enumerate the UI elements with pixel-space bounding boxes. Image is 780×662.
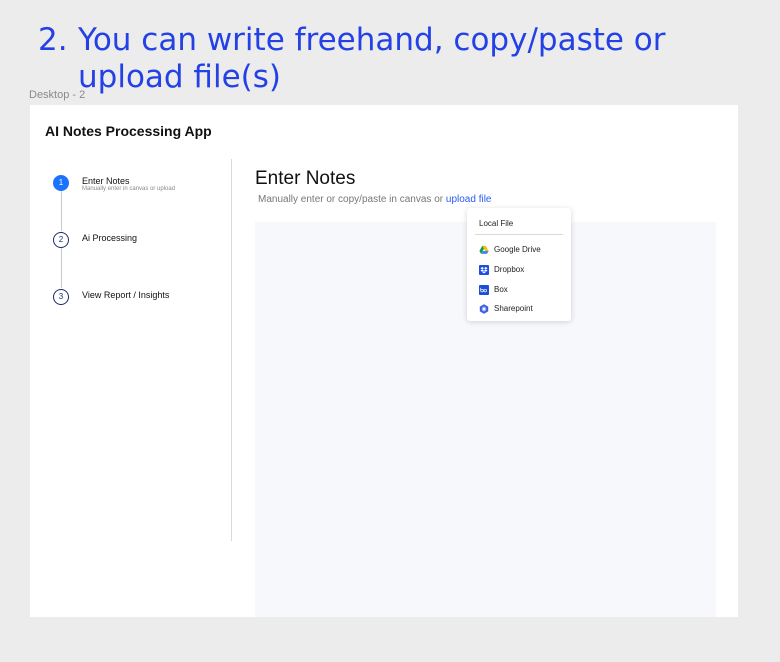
step-label: Ai Processing [82, 233, 138, 243]
menu-item-label: Dropbox [494, 265, 525, 274]
step-number-badge: 1 [53, 175, 69, 191]
google-drive-icon [479, 245, 489, 254]
subtitle-text: Manually enter or copy/paste in canvas o… [258, 194, 446, 205]
upload-source-menu: Local File Google Drive Dropbox Box Shar… [467, 208, 571, 321]
app-title: AI Notes Processing App [45, 123, 212, 139]
menu-item-box[interactable]: Box [479, 284, 563, 296]
app-frame: AI Notes Processing App 1 Enter Notes Ma… [30, 105, 738, 617]
menu-separator [475, 234, 563, 235]
sidebar-divider [231, 159, 232, 541]
step-label: View Report / Insights [82, 290, 170, 300]
step-enter-notes[interactable]: 1 Enter Notes Manually enter in canvas o… [53, 175, 233, 195]
menu-item-label: Sharepoint [494, 304, 533, 313]
slide-caption: 2. You can write freehand, copy/paste or… [38, 22, 738, 96]
page-subtitle: Manually enter or copy/paste in canvas o… [258, 194, 491, 205]
step-description: Manually enter in canvas or upload [82, 186, 176, 192]
step-connector [61, 248, 62, 288]
caption-text: You can write freehand, copy/paste or up… [78, 22, 666, 95]
menu-item-google-drive[interactable]: Google Drive [479, 244, 563, 256]
menu-item-label: Local File [479, 219, 514, 228]
menu-item-label: Box [494, 285, 508, 294]
dropbox-icon [479, 265, 489, 275]
page-title: Enter Notes [255, 168, 356, 189]
box-icon [479, 285, 489, 295]
sharepoint-icon [479, 304, 489, 314]
menu-item-sharepoint[interactable]: Sharepoint [479, 303, 563, 315]
menu-item-label: Google Drive [494, 245, 541, 254]
step-number-badge: 2 [53, 232, 69, 248]
caption-number: 2. [38, 22, 68, 58]
menu-item-dropbox[interactable]: Dropbox [479, 264, 563, 276]
step-label: Enter Notes [82, 176, 130, 186]
upload-file-link[interactable]: upload file [446, 194, 492, 205]
menu-item-local-file[interactable]: Local File [479, 218, 513, 230]
step-view-report[interactable]: 3 View Report / Insights [53, 289, 233, 309]
frame-label: Desktop - 2 [29, 89, 86, 101]
step-number-badge: 3 [53, 289, 69, 305]
step-ai-processing[interactable]: 2 Ai Processing [53, 232, 233, 252]
step-connector [61, 191, 62, 231]
